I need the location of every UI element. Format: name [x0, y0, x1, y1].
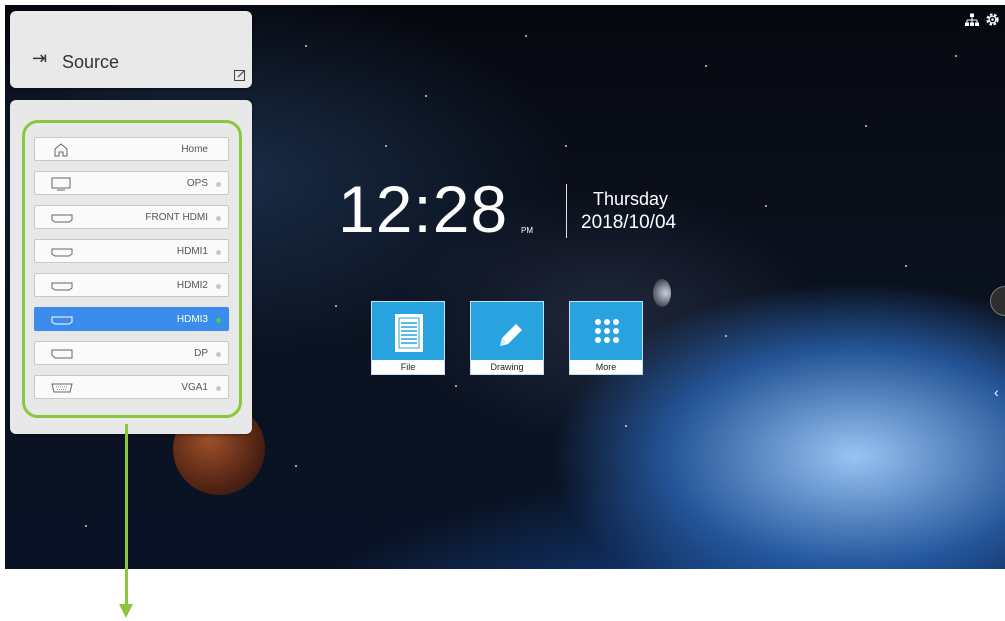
hdmi-port-icon	[51, 282, 73, 291]
source-list-highlight	[22, 120, 242, 418]
source-item-label: DP	[194, 348, 208, 359]
clock-time: 12:28	[338, 172, 509, 246]
source-item-ops[interactable]: OPS	[34, 171, 229, 195]
status-dot	[216, 250, 221, 255]
source-item-label: HDMI1	[176, 246, 208, 257]
source-item-label: HDMI2	[176, 280, 208, 291]
source-item-label: HDMI3	[176, 314, 208, 325]
file-icon	[395, 314, 423, 352]
annotation-arrow-head	[119, 604, 133, 618]
source-item-label: FRONT HDMI	[145, 212, 208, 223]
input-source-icon: ⇥	[32, 48, 48, 68]
clock-divider	[566, 184, 567, 238]
source-item-front-hdmi[interactable]: FRONT HDMI	[34, 205, 229, 229]
pencil-icon	[500, 324, 522, 346]
source-item-vga1[interactable]: VGA1	[34, 375, 229, 399]
source-item-label: VGA1	[181, 382, 208, 393]
status-dot	[216, 284, 221, 289]
app-label: Drawing	[471, 360, 543, 374]
source-item-home[interactable]: Home	[34, 137, 229, 161]
clock-day: Thursday	[593, 189, 669, 209]
source-item-hdmi2[interactable]: HDMI2	[34, 273, 229, 297]
active-status-dot	[216, 318, 221, 323]
hdmi-port-icon	[51, 248, 73, 257]
network-icon[interactable]	[965, 13, 979, 27]
source-item-label: Home	[181, 144, 208, 155]
displayport-icon	[51, 349, 73, 359]
status-dot	[216, 216, 221, 221]
status-dot	[216, 386, 221, 391]
hdmi-port-icon	[51, 214, 73, 223]
vga-port-icon	[51, 383, 73, 393]
source-header-card[interactable]: ⇥ Source	[10, 11, 252, 88]
app-drawing[interactable]: Drawing	[470, 301, 544, 375]
status-dot	[216, 352, 221, 357]
small-planet	[653, 279, 671, 307]
annotation-arrow-line	[125, 424, 128, 604]
source-title: Source	[62, 52, 120, 72]
app-file[interactable]: File	[371, 301, 445, 375]
app-label: More	[570, 360, 642, 374]
clock-date: 2018/10/04	[581, 212, 677, 233]
chevron-left-icon[interactable]: ‹	[994, 384, 999, 400]
gear-icon[interactable]	[984, 11, 1001, 28]
source-item-label: OPS	[186, 178, 208, 189]
status-dot	[216, 182, 221, 187]
app-label: File	[372, 360, 444, 374]
home-icon	[54, 143, 68, 157]
edit-icon[interactable]	[234, 69, 246, 81]
source-item-hdmi3[interactable]: HDMI3	[34, 307, 229, 331]
hdmi-port-icon	[51, 316, 73, 325]
monitor-icon	[51, 177, 71, 191]
source-item-hdmi1[interactable]: HDMI1	[34, 239, 229, 263]
app-more[interactable]: More	[569, 301, 643, 375]
source-item-dp[interactable]: DP	[34, 341, 229, 365]
grid-dots-icon	[595, 319, 619, 343]
clock-ampm: PM	[521, 226, 533, 235]
